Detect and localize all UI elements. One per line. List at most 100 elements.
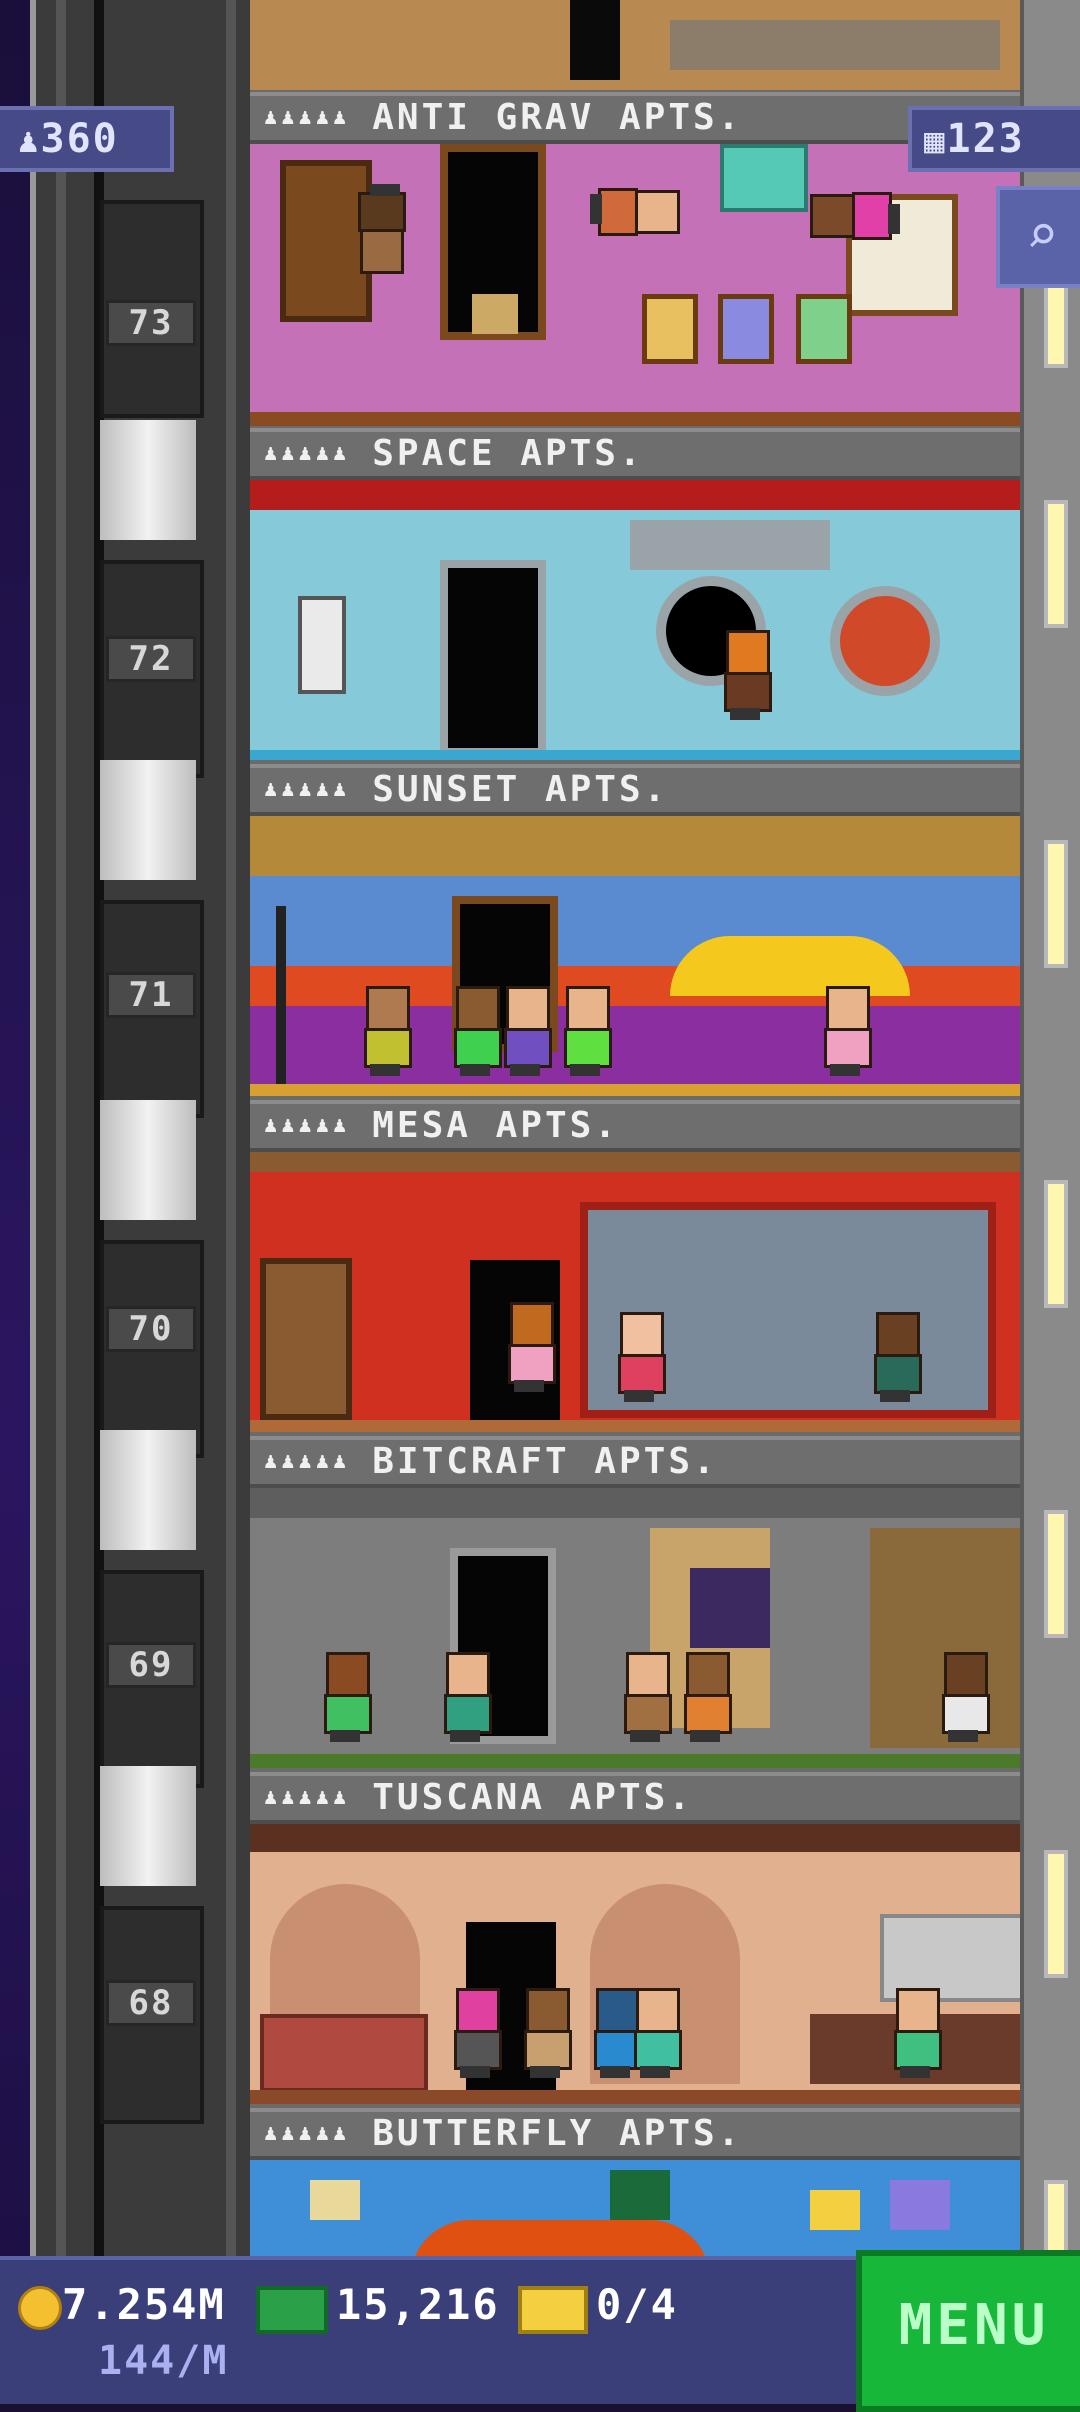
control-panel [630, 520, 830, 570]
ceiling-beam [250, 480, 1020, 510]
bitizen[interactable] [890, 1988, 942, 2078]
door [570, 0, 620, 80]
rating-stars: ♟♟♟♟♟ [264, 441, 351, 466]
floor-name: SUNSET APTS. [372, 769, 669, 810]
butterfly-mural [410, 2220, 710, 2260]
floor-label-butterfly[interactable]: ♟♟♟♟♟ BUTTERFLY APTS. [250, 2108, 1020, 2160]
window-light [1044, 840, 1068, 968]
floor-name: MESA APTS. [372, 1105, 619, 1146]
rating-stars: ♟♟♟♟♟ [264, 105, 351, 130]
floor-label-mesa[interactable]: ♟♟♟♟♟ MESA APTS. [250, 1100, 1020, 1152]
population-value: 360 [40, 116, 119, 162]
bux-value[interactable]: 15,216 [336, 2280, 500, 2329]
coin-value[interactable]: 7.254M [62, 2280, 226, 2329]
bitizen[interactable] [560, 986, 612, 1076]
elevator-light [100, 1430, 196, 1550]
street-lamp [276, 906, 286, 1086]
ticket-value[interactable]: 0/4 [596, 2280, 678, 2329]
floor-count-value: 123 [946, 116, 1025, 162]
shaft-rail [56, 0, 66, 2260]
floor-number: 73 [106, 300, 196, 346]
room-tuscana[interactable] [250, 1824, 1020, 2104]
bitizen[interactable] [590, 184, 680, 236]
bitizen[interactable] [360, 986, 412, 1076]
menu-button[interactable]: MENU [856, 2250, 1080, 2412]
wall-panel [298, 596, 346, 694]
obsidian-window [690, 1568, 770, 1648]
floor-label-anti-grav[interactable]: ♟♟♟♟♟ ANTI GRAV APTS. [250, 92, 1020, 144]
bitizen[interactable] [938, 1652, 990, 1742]
room-space[interactable] [250, 480, 1020, 760]
picture-frame [796, 294, 852, 364]
floor-strip [250, 1084, 1020, 1096]
stone-ceiling [250, 1488, 1020, 1518]
bitizen[interactable] [520, 1988, 572, 2078]
bitizen[interactable] [820, 986, 872, 1076]
floor-name: TUSCANA APTS. [372, 1777, 693, 1818]
elevator-light [100, 1766, 196, 1886]
search-button[interactable]: ⌕ [996, 186, 1080, 288]
floor-strip [250, 750, 1020, 760]
bookshelf [260, 1258, 352, 1420]
bitizen[interactable] [614, 1312, 666, 1402]
bitizen[interactable] [680, 1652, 732, 1742]
ceiling-beams [250, 1824, 1020, 1852]
bitizen[interactable] [720, 630, 772, 720]
floor-label-tuscana[interactable]: ♟♟♟♟♟ TUSCANA APTS. [250, 1772, 1020, 1824]
population-counter[interactable]: ♟360 [0, 106, 174, 172]
bitizen[interactable] [450, 986, 502, 1076]
floor-counter[interactable]: ▦123 [908, 106, 1080, 172]
room-butterfly[interactable] [250, 2160, 1020, 2260]
rating-stars: ♟♟♟♟♟ [264, 1785, 351, 1810]
bitizen[interactable] [500, 986, 552, 1076]
floor-name: SPACE APTS. [372, 433, 644, 474]
floating-book [472, 294, 518, 334]
ceiling [250, 816, 1020, 876]
window-light [1044, 1510, 1068, 1638]
floor-number: 70 [106, 1306, 196, 1352]
bitizen[interactable] [358, 184, 410, 274]
floor-name: ANTI GRAV APTS. [372, 97, 743, 138]
picture-frame [642, 294, 698, 364]
floor-number: 72 [106, 636, 196, 682]
bitizen[interactable] [504, 1302, 556, 1392]
building-icon: ▦ [924, 121, 947, 161]
window-light [1044, 1180, 1068, 1308]
bitizen[interactable] [440, 1652, 492, 1742]
banknote-icon [256, 2286, 328, 2334]
rating-stars: ♟♟♟♟♟ [264, 1449, 351, 1474]
floor-name: BUTTERFLY APTS. [372, 2113, 743, 2154]
floor-number: 68 [106, 1980, 196, 2026]
floor-strip [250, 2090, 1020, 2104]
room-sunset[interactable] [250, 816, 1020, 1096]
bookshelf [280, 160, 372, 322]
floor-number: 69 [106, 1642, 196, 1688]
grass-floor [250, 1754, 1020, 1768]
floor-number: 71 [106, 972, 196, 1018]
sun [670, 936, 910, 996]
person-icon: ♟ [18, 121, 41, 161]
bitizen[interactable] [320, 1652, 372, 1742]
rating-stars: ♟♟♟♟♟ [264, 2121, 351, 2146]
rating-stars: ♟♟♟♟♟ [264, 777, 351, 802]
sofa [260, 2014, 428, 2092]
floor-label-space[interactable]: ♟♟♟♟♟ SPACE APTS. [250, 428, 1020, 480]
bitizen[interactable] [630, 1988, 682, 2078]
elevator-light [100, 420, 196, 540]
room-mesa[interactable] [250, 1152, 1020, 1432]
bitizen[interactable] [450, 1988, 502, 2078]
magnifier-icon: ⌕ [1025, 203, 1059, 266]
bitizen[interactable] [810, 192, 900, 244]
floor-name: BITCRAFT APTS. [372, 1441, 718, 1482]
floor-label-bitcraft[interactable]: ♟♟♟♟♟ BITCRAFT APTS. [250, 1436, 1020, 1488]
room-partial-top[interactable] [250, 0, 1020, 90]
bitizen[interactable] [620, 1652, 672, 1742]
rating-stars: ♟♟♟♟♟ [264, 1113, 351, 1138]
room-anti-grav[interactable] [250, 144, 1020, 426]
floor-strip [250, 412, 1020, 426]
room-bitcraft[interactable] [250, 1488, 1020, 1768]
elevator-light [100, 1100, 196, 1220]
floor-label-sunset[interactable]: ♟♟♟♟♟ SUNSET APTS. [250, 764, 1020, 816]
floor-strip [250, 1420, 1020, 1432]
bitizen[interactable] [870, 1312, 922, 1402]
